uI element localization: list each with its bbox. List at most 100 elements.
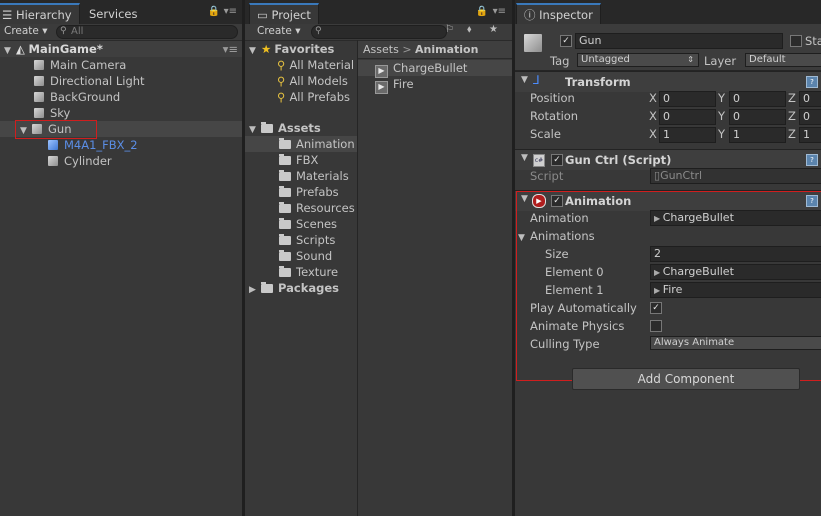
folder-label: Animation bbox=[296, 137, 355, 151]
hierarchy-item[interactable]: Main Camera bbox=[34, 57, 126, 73]
folder-icon bbox=[261, 122, 273, 133]
filter-label-icon[interactable]: ⬧ bbox=[467, 24, 472, 35]
project-search-input[interactable]: ⚲ bbox=[311, 25, 447, 39]
folder-icon bbox=[279, 186, 291, 197]
scale-y-field[interactable]: 1 bbox=[729, 127, 786, 143]
favorite-item[interactable]: ⚲ All Prefabs bbox=[277, 89, 350, 105]
transform-header[interactable]: ▼ ⅃ Transform ? bbox=[515, 71, 821, 92]
tab-project-label: Project bbox=[271, 8, 311, 22]
search-icon: ⚲ bbox=[277, 74, 286, 88]
expand-arrow-icon[interactable]: ▼ bbox=[249, 43, 261, 59]
gameobject-icon bbox=[34, 92, 44, 102]
tag-label: Tag bbox=[550, 54, 570, 68]
prefab-icon bbox=[48, 140, 58, 150]
hierarchy-child-item[interactable]: M4A1_FBX_2 bbox=[48, 137, 138, 153]
asset-item-selected[interactable]: ▶ ChargeBullet bbox=[358, 60, 512, 78]
scene-menu-icon[interactable]: ▾≡ bbox=[223, 41, 238, 57]
folder-item[interactable]: Resources bbox=[279, 200, 355, 216]
folder-icon bbox=[279, 234, 291, 245]
filter-type-icon[interactable]: ⚐ bbox=[445, 24, 454, 35]
create-dropdown[interactable]: Create ▾ bbox=[4, 25, 48, 37]
project-toolbar: Create ▾ ⚲ ⚐ ⬧ ★ bbox=[245, 24, 512, 41]
tab-menu-icon[interactable]: ▾≡ bbox=[224, 6, 237, 17]
lock-icon[interactable]: 🔒 bbox=[208, 6, 220, 17]
field-value: 0 bbox=[803, 92, 810, 105]
hierarchy-panel: ☰ Hierarchy Services 🔒 ▾≡ Create ▾ ⚲ All … bbox=[0, 0, 242, 516]
scene-row[interactable]: ▼ ◭ MainGame* ▾≡ bbox=[0, 41, 242, 57]
help-icon[interactable]: ? bbox=[806, 76, 818, 88]
favorite-label: All Models bbox=[289, 74, 348, 88]
item-label: Directional Light bbox=[50, 74, 145, 88]
transform-title: Transform bbox=[565, 75, 631, 89]
position-x-field[interactable]: 0 bbox=[659, 91, 716, 107]
axis-y-label: Y bbox=[718, 127, 726, 141]
folder-item[interactable]: FBX bbox=[279, 152, 318, 168]
lock-icon[interactable]: 🔒 bbox=[476, 6, 488, 17]
help-icon[interactable]: ? bbox=[806, 154, 818, 166]
folder-item[interactable]: Texture bbox=[279, 264, 338, 280]
static-checkbox[interactable] bbox=[790, 35, 802, 47]
position-y-field[interactable]: 0 bbox=[729, 91, 786, 107]
field-value: 1 bbox=[803, 128, 810, 141]
active-checkbox[interactable]: ✓ bbox=[560, 35, 572, 47]
object-name-field[interactable]: Gun bbox=[575, 33, 783, 49]
hierarchy-item[interactable]: Directional Light bbox=[34, 73, 145, 89]
folder-item[interactable]: Scripts bbox=[279, 232, 335, 248]
axis-z-label: Z bbox=[788, 91, 796, 105]
folder-item[interactable]: Materials bbox=[279, 168, 349, 184]
field-value: 0 bbox=[733, 110, 740, 123]
tag-dropdown[interactable]: Untagged ⇕ bbox=[577, 53, 699, 67]
script-label: Script bbox=[530, 169, 564, 183]
create-dropdown[interactable]: Create ▾ bbox=[257, 25, 301, 37]
tab-services[interactable]: Services bbox=[82, 4, 145, 24]
position-z-field[interactable]: 0 bbox=[799, 91, 821, 107]
project-split-divider[interactable] bbox=[357, 40, 358, 516]
hierarchy-child-item[interactable]: Cylinder bbox=[48, 153, 112, 169]
folder-label: FBX bbox=[296, 153, 319, 167]
tab-hierarchy[interactable]: ☰ Hierarchy bbox=[0, 3, 80, 26]
add-component-button[interactable]: Add Component bbox=[572, 368, 800, 390]
folder-item[interactable]: Sound bbox=[279, 248, 332, 264]
hierarchy-item[interactable]: BackGround bbox=[34, 89, 120, 105]
favorites-header[interactable]: ▼ ★ Favorites bbox=[249, 41, 334, 57]
scale-x-field[interactable]: 1 bbox=[659, 127, 716, 143]
scene-name: MainGame* bbox=[28, 42, 103, 56]
gameobject-icon bbox=[34, 60, 44, 70]
object-name-value: Gun bbox=[579, 34, 602, 47]
folder-item[interactable]: Scenes bbox=[279, 216, 337, 232]
tab-inspector[interactable]: ⓘ Inspector bbox=[516, 3, 601, 26]
rotation-x-field[interactable]: 0 bbox=[659, 109, 716, 125]
gunctrl-title: Gun Ctrl (Script) bbox=[565, 153, 672, 167]
scale-z-field[interactable]: 1 bbox=[799, 127, 821, 143]
rotation-z-field[interactable]: 0 bbox=[799, 109, 821, 125]
favorite-item[interactable]: ⚲ All Material bbox=[277, 57, 354, 73]
favorite-star-icon[interactable]: ★ bbox=[489, 24, 498, 35]
folder-item-selected[interactable]: Animation bbox=[245, 136, 357, 152]
search-input[interactable]: ⚲ All bbox=[56, 25, 238, 39]
layer-dropdown[interactable]: Default bbox=[745, 53, 821, 67]
collapse-arrow-icon[interactable]: ▶ bbox=[249, 282, 261, 298]
breadcrumb-root[interactable]: Assets bbox=[363, 43, 399, 56]
field-value: 0 bbox=[663, 110, 670, 123]
folder-icon bbox=[279, 202, 291, 213]
gunctrl-header[interactable]: ▼ c# ✓ Gun Ctrl (Script) ? bbox=[515, 149, 821, 170]
script-field: ▯GunCtrl bbox=[650, 168, 821, 184]
packages-header[interactable]: ▶ Packages bbox=[249, 280, 339, 296]
folder-item[interactable]: Prefabs bbox=[279, 184, 339, 200]
favorite-label: All Prefabs bbox=[289, 90, 351, 104]
asset-item[interactable]: ▶ Fire bbox=[375, 76, 414, 94]
component-enabled-checkbox[interactable]: ✓ bbox=[551, 154, 563, 166]
folder-icon bbox=[279, 154, 291, 165]
assets-header[interactable]: ▼ Assets bbox=[249, 120, 321, 136]
object-header: ✓ Gun Sta Tag Untagged ⇕ Layer Default bbox=[515, 24, 821, 71]
tab-menu-icon[interactable]: ▾≡ bbox=[493, 6, 506, 17]
folder-label: Materials bbox=[296, 169, 349, 183]
hierarchy-item[interactable]: Sky bbox=[34, 105, 70, 121]
rotation-y-field[interactable]: 0 bbox=[729, 109, 786, 125]
tab-project[interactable]: ▭ Project bbox=[249, 3, 319, 26]
expand-arrow-icon[interactable]: ▼ bbox=[4, 43, 16, 59]
breadcrumb-current[interactable]: Animation bbox=[415, 43, 478, 56]
favorite-item[interactable]: ⚲ All Models bbox=[277, 73, 348, 89]
expand-arrow-icon[interactable]: ▼ bbox=[521, 75, 533, 85]
expand-arrow-icon[interactable]: ▼ bbox=[521, 153, 533, 163]
